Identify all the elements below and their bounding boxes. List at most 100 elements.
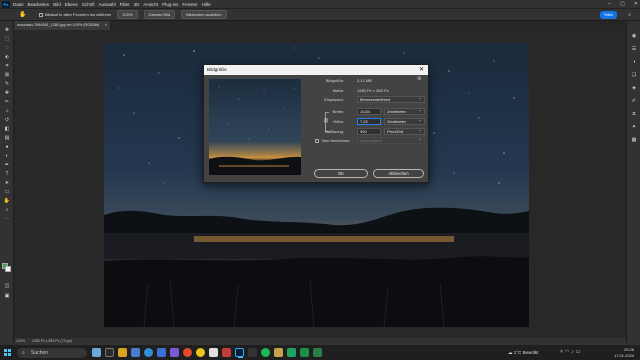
gear-icon[interactable]: ⚙ [417, 76, 421, 82]
menu-bearbeiten[interactable]: Bearbeiten [28, 2, 50, 7]
menu-3d[interactable]: 3D [134, 2, 140, 7]
move-tool-icon[interactable]: ✥ [3, 27, 11, 34]
app-icon-2[interactable] [274, 348, 283, 357]
excel-icon[interactable] [287, 348, 296, 357]
widgets-icon[interactable] [92, 348, 101, 357]
menu-filter[interactable]: Filter [120, 2, 130, 7]
terminal-icon[interactable] [248, 348, 257, 357]
battery-icon[interactable]: ▭ [576, 349, 583, 355]
background-color-swatch[interactable] [5, 266, 11, 272]
edge-icon[interactable] [144, 348, 153, 357]
layers-panel-icon[interactable]: ❏ [630, 72, 638, 79]
search-icon[interactable]: ⌕ [628, 12, 631, 18]
menu-plugins[interactable]: Plug-ins [162, 2, 178, 7]
scroll-all-windows-checkbox[interactable]: Bildlauf in allen Fenstern durchführen [39, 12, 111, 17]
history-brush-tool-icon[interactable]: ↺ [3, 117, 11, 124]
resolution-input[interactable]: 300 [357, 128, 381, 135]
fit-screen-button[interactable]: Ganzes Bild [143, 10, 176, 19]
minimize-button[interactable]: – [608, 0, 611, 8]
resample-checkbox[interactable] [315, 139, 319, 143]
screen-mode-icon[interactable]: ▣ [3, 293, 11, 300]
pen-tool-icon[interactable]: ✒ [3, 162, 11, 169]
height-unit-select[interactable]: Zentimeter [384, 117, 425, 125]
teams-icon[interactable] [170, 348, 179, 357]
crop-tool-icon[interactable]: ⌗ [3, 63, 11, 70]
more-tools-icon[interactable]: ⋯ [3, 216, 11, 223]
brushes-panel-icon[interactable]: ✦ [630, 124, 638, 131]
menu-schrift[interactable]: Schrift [82, 2, 95, 7]
app-icon-3[interactable] [300, 348, 309, 357]
firefox-icon[interactable] [183, 348, 192, 357]
quick-mask-icon[interactable]: ◫ [3, 283, 11, 290]
cancel-button[interactable]: Abbrechen [373, 169, 424, 178]
hand-tool-icon[interactable]: ✋ [3, 198, 11, 205]
history-panel-icon[interactable]: ⧖ [630, 111, 638, 118]
width-unit-select[interactable]: Zentimeter [384, 107, 425, 115]
maximize-button[interactable]: ▢ [620, 0, 625, 8]
dialog-title-bar[interactable]: Bildgröße ✕ [204, 65, 428, 75]
gradient-tool-icon[interactable]: ▤ [3, 135, 11, 142]
paths-panel-icon[interactable]: ✐ [630, 98, 638, 105]
menu-bild[interactable]: Bild [53, 2, 61, 7]
system-tray[interactable]: ˄◠♪▭ [560, 348, 583, 357]
share-button[interactable]: Teilen [600, 11, 617, 19]
dimensions-value[interactable]: 1280 Px × 853 Px [357, 88, 389, 93]
photoshop-taskbar-icon[interactable] [235, 348, 244, 358]
height-input[interactable]: 7,22 [357, 118, 381, 125]
healing-brush-tool-icon[interactable]: ✚ [3, 90, 11, 97]
dialog-close-icon[interactable]: ✕ [419, 65, 424, 75]
frame-tool-icon[interactable]: ⊠ [3, 72, 11, 79]
path-select-tool-icon[interactable]: ➤ [3, 180, 11, 187]
zoom-level[interactable]: 100% [16, 339, 25, 343]
close-window-button[interactable]: ✕ [634, 0, 638, 8]
acrobat-icon[interactable] [222, 348, 231, 357]
windows-start-icon[interactable] [4, 349, 11, 356]
store-icon[interactable] [157, 348, 166, 357]
app-icon-4[interactable] [313, 348, 322, 357]
photoshop-logo: Ps [2, 0, 10, 8]
menu-ebene[interactable]: Ebene [65, 2, 78, 7]
zoom-100-button[interactable]: 100% [117, 10, 138, 19]
file-explorer-icon[interactable] [118, 348, 127, 357]
ok-button[interactable]: OK [314, 169, 368, 178]
weather-widget[interactable]: ☁ 1°C Bewölkt [508, 348, 538, 357]
image-preview[interactable] [209, 79, 301, 175]
menu-ansicht[interactable]: Ansicht [143, 2, 158, 7]
color-panel-icon[interactable]: ◉ [630, 33, 638, 40]
resample-method-select[interactable]: Automatisch [357, 136, 425, 144]
width-input[interactable]: 10,84 [357, 108, 381, 115]
adjustments-panel-icon[interactable]: ◑ [630, 59, 638, 66]
brush-tool-icon[interactable]: ✏ [3, 99, 11, 106]
shape-tool-icon[interactable]: ▭ [3, 189, 11, 196]
menu-datei[interactable]: Datei [13, 2, 24, 7]
dodge-tool-icon[interactable]: ◐ [3, 153, 11, 160]
lasso-tool-icon[interactable]: ◌ [3, 45, 11, 52]
clock[interactable]: 20:26 17.01.2024 [614, 347, 634, 358]
chrome-icon[interactable] [196, 348, 205, 357]
task-view-icon[interactable] [105, 348, 114, 357]
close-tab-icon[interactable]: × [105, 21, 107, 30]
blur-tool-icon[interactable]: ● [3, 144, 11, 151]
properties-panel-icon[interactable]: ☰ [630, 46, 638, 53]
menu-fenster[interactable]: Fenster [182, 2, 197, 7]
menu-auswahl[interactable]: Auswahl [99, 2, 116, 7]
eraser-tool-icon[interactable]: ◧ [3, 126, 11, 133]
resolution-unit-select[interactable]: Pixel/Zoll [384, 127, 425, 135]
stamp-tool-icon[interactable]: ⊥ [3, 108, 11, 115]
fit-to-select[interactable]: Benutzerdefiniert [357, 95, 425, 103]
spotify-icon[interactable] [261, 348, 270, 357]
marquee-tool-icon[interactable]: ⬚ [3, 36, 11, 43]
type-tool-icon[interactable]: T [3, 171, 11, 178]
object-select-tool-icon[interactable]: ⬖ [3, 54, 11, 61]
libraries-panel-icon[interactable]: ▦ [630, 137, 638, 144]
app-icon[interactable] [209, 348, 218, 357]
zoom-tool-icon[interactable]: ⌕ [3, 207, 11, 214]
document-tab[interactable]: mountain-7694951_1280.jpg bei 100% (RGB/… [14, 21, 110, 30]
menu-hilfe[interactable]: Hilfe [202, 2, 211, 7]
taskbar-search[interactable]: ⌕ Suchen [17, 348, 87, 358]
channels-panel-icon[interactable]: ◈ [630, 85, 638, 92]
eyedropper-tool-icon[interactable]: ✎ [3, 81, 11, 88]
resolution-label: Auflösung: [325, 129, 344, 134]
mail-icon[interactable] [131, 348, 140, 357]
fill-screen-button[interactable]: Bildschirm ausfüllen [181, 10, 227, 19]
